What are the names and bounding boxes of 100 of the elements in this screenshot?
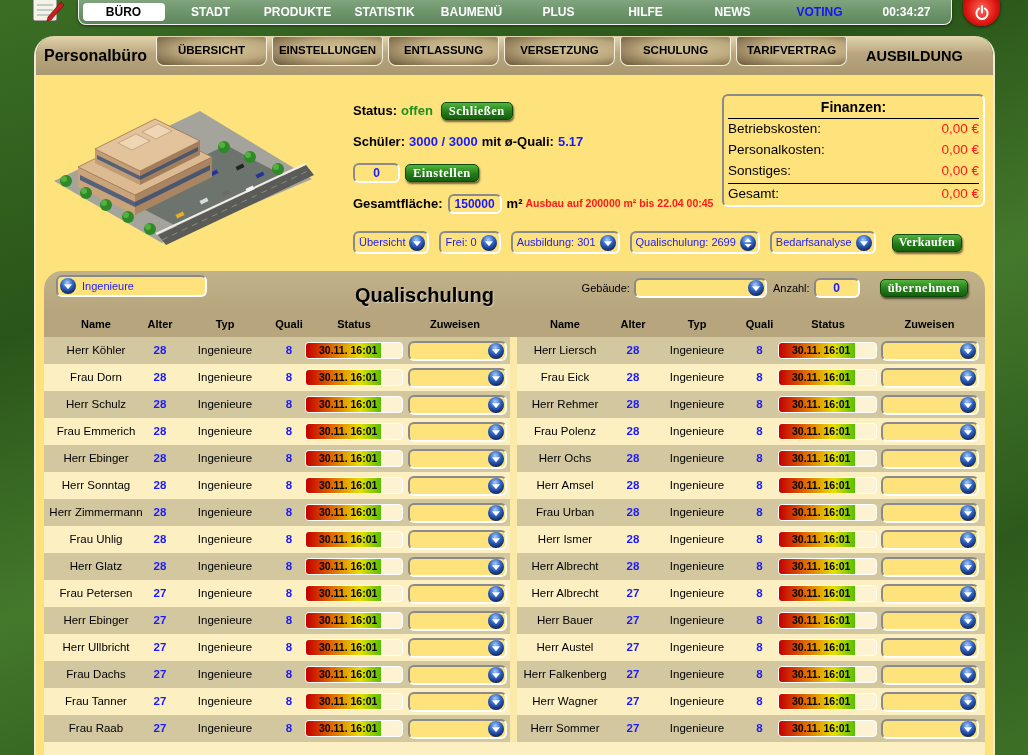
tab[interactable]: SCHULUNG [620, 37, 731, 66]
chevron-down-icon [960, 585, 976, 602]
average-quali-label: mit ø-Quali: [481, 133, 554, 152]
nav-menu-item[interactable]: STATISTIK [341, 3, 428, 21]
nav-menu-item[interactable]: PRODUKTE [254, 3, 341, 21]
quali-text: 8 [285, 612, 293, 628]
quali-text: 8 [285, 450, 293, 466]
employee-name: Frau Uhlig [69, 531, 123, 547]
apply-button[interactable]: übernehmen [879, 279, 968, 297]
cost-value: 0,00 € [941, 120, 979, 139]
type-text: Ingenieure [669, 477, 725, 493]
employee-name: Frau Polenz [534, 423, 596, 439]
assign-dropdown[interactable] [881, 448, 979, 469]
nav-menu-item[interactable]: BÜRO [82, 3, 165, 21]
assign-dropdown[interactable] [408, 637, 507, 658]
assign-dropdown[interactable] [881, 664, 979, 685]
nav-menu-item[interactable]: PLUS [515, 3, 602, 21]
clock-text: 00:34:27 [881, 4, 932, 21]
average-quali-value: 5.17 [557, 133, 584, 152]
tab[interactable]: ENTLASSUNG [388, 37, 499, 66]
employee-name: Herr Austel [536, 639, 594, 655]
employee-name: Frau Eick [540, 369, 590, 385]
cost-value: 0,00 € [941, 184, 979, 203]
nav-menu-item[interactable]: STADT [167, 3, 254, 21]
age-text: 28 [153, 504, 167, 520]
column-header: Quali [745, 316, 774, 332]
nav-menu-item[interactable]: BAUMENÜ [428, 3, 515, 21]
tab[interactable]: EINSTELLUNGEN [272, 37, 383, 66]
assign-dropdown[interactable] [881, 502, 979, 523]
age-text: 28 [626, 477, 640, 493]
assign-dropdown[interactable] [408, 610, 507, 631]
column-header: Status [811, 316, 845, 332]
age-text: 28 [153, 531, 167, 547]
age-text: 28 [626, 558, 640, 574]
assign-dropdown[interactable] [881, 718, 979, 739]
assign-dropdown[interactable] [881, 340, 979, 361]
age-text: 28 [626, 450, 640, 466]
assign-dropdown[interactable] [408, 664, 507, 685]
assign-dropdown[interactable] [408, 394, 507, 415]
close-button[interactable]: Schließen [440, 102, 513, 120]
nav-menu-item[interactable]: NEWS [689, 3, 776, 21]
assign-dropdown[interactable] [881, 691, 979, 712]
tab[interactable]: TARIFVERTRAG [736, 37, 847, 66]
quali-text: 8 [285, 423, 293, 439]
view-dropdown[interactable]: Frei: 0 [439, 231, 501, 254]
hire-count-field[interactable]: 0 [353, 163, 400, 183]
sell-button[interactable]: Verkaufen [891, 233, 962, 252]
status-date-text: 30.11. 16:01 [792, 370, 851, 385]
assign-dropdown[interactable] [408, 475, 507, 496]
status-date-text: 30.11. 16:01 [319, 424, 378, 439]
view-dropdown[interactable]: Übersicht [353, 231, 430, 254]
age-text: 28 [153, 423, 167, 439]
view-dropdown[interactable]: Ausbildung: 301 [510, 231, 620, 254]
assign-dropdown[interactable] [881, 394, 979, 415]
count-field[interactable]: 0 [813, 278, 860, 298]
assign-dropdown[interactable] [408, 718, 507, 739]
power-button[interactable] [963, 0, 1000, 26]
type-text: Ingenieure [197, 639, 253, 655]
hire-button[interactable]: Einstellen [405, 164, 479, 182]
employee-name: Herr Amsel [536, 477, 594, 493]
assign-dropdown[interactable] [408, 367, 507, 388]
quali-text: 8 [756, 450, 763, 466]
assign-dropdown[interactable] [881, 610, 979, 631]
assign-dropdown[interactable] [881, 421, 979, 442]
status-date-text: 30.11. 16:01 [792, 667, 851, 682]
chevron-down-icon [488, 504, 504, 521]
chevron-down-icon [488, 612, 504, 629]
tab[interactable]: AUSBILDUNG [866, 45, 963, 66]
assign-dropdown[interactable] [881, 583, 979, 604]
area-field[interactable]: 150000 [447, 194, 502, 214]
assign-dropdown[interactable] [408, 448, 507, 469]
assign-dropdown[interactable] [408, 691, 507, 712]
status-date-text: 30.11. 16:01 [319, 559, 378, 574]
status-date-text: 30.11. 16:01 [792, 559, 851, 574]
view-dropdown[interactable]: Qualischulung: 2699 [629, 231, 760, 254]
assign-dropdown[interactable] [408, 529, 507, 550]
column-header: Alter [620, 316, 646, 332]
assign-dropdown[interactable] [881, 529, 979, 550]
chevron-down-icon [960, 423, 976, 440]
assign-dropdown[interactable] [408, 583, 507, 604]
assign-dropdown[interactable] [408, 502, 507, 523]
assign-dropdown[interactable] [881, 475, 979, 496]
type-text: Ingenieure [669, 720, 725, 736]
type-text: Ingenieure [669, 666, 725, 682]
age-text: 28 [626, 369, 640, 385]
assign-dropdown[interactable] [408, 340, 507, 361]
tab[interactable]: VERSETZUNG [504, 37, 615, 66]
assign-dropdown[interactable] [408, 556, 507, 577]
nav-menu-item[interactable]: HILFE [602, 3, 689, 21]
assign-dropdown[interactable] [881, 367, 979, 388]
age-text: 28 [626, 531, 640, 547]
assign-dropdown[interactable] [881, 637, 979, 658]
type-filter-dropdown[interactable]: Ingenieure [56, 275, 207, 297]
assign-dropdown[interactable] [881, 556, 979, 577]
assign-dropdown[interactable] [408, 421, 507, 442]
building-dropdown[interactable] [633, 278, 767, 298]
type-text: Ingenieure [197, 423, 253, 439]
view-dropdown[interactable]: Bedarfsanalyse [769, 231, 876, 254]
tab[interactable]: ÜBERSICHT [156, 37, 267, 66]
type-text: Ingenieure [669, 450, 725, 466]
